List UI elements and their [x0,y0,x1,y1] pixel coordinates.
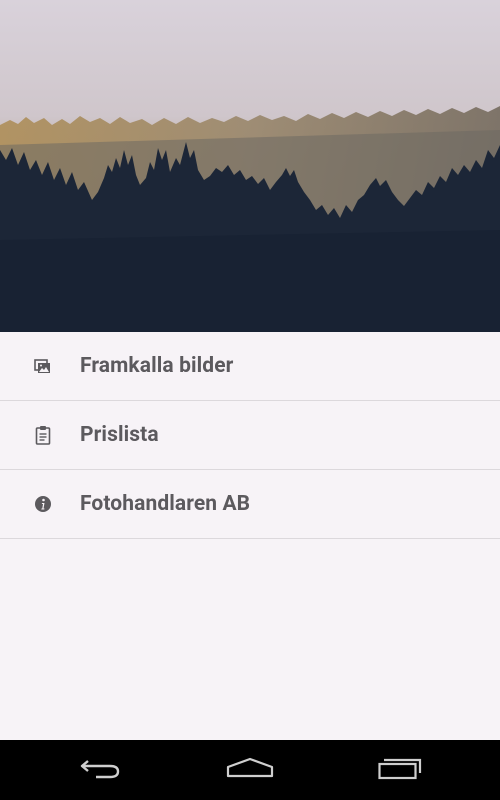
info-icon [33,494,53,514]
back-button[interactable] [45,740,155,800]
back-icon [78,756,122,784]
menu-item-fotohandlaren-ab[interactable]: Fotohandlaren AB [0,470,500,539]
menu-item-framkalla-bilder[interactable]: Framkalla bilder [0,332,500,401]
clipboard-icon [33,425,53,445]
system-navigation-bar [0,740,500,800]
photos-icon [33,356,53,376]
navigation-menu: Framkalla bilder Prislista Fotohandlaren… [0,332,500,539]
header-image [0,0,500,332]
recent-apps-button[interactable] [345,740,455,800]
menu-item-label: Framkalla bilder [80,354,234,378]
menu-item-label: Prislista [80,423,159,447]
app-screen: Framkalla bilder Prislista Fotohandlaren… [0,0,500,800]
home-button[interactable] [195,740,305,800]
recent-apps-icon [378,756,422,784]
menu-item-prislista[interactable]: Prislista [0,401,500,470]
menu-item-label: Fotohandlaren AB [80,492,251,516]
home-icon [226,756,274,784]
